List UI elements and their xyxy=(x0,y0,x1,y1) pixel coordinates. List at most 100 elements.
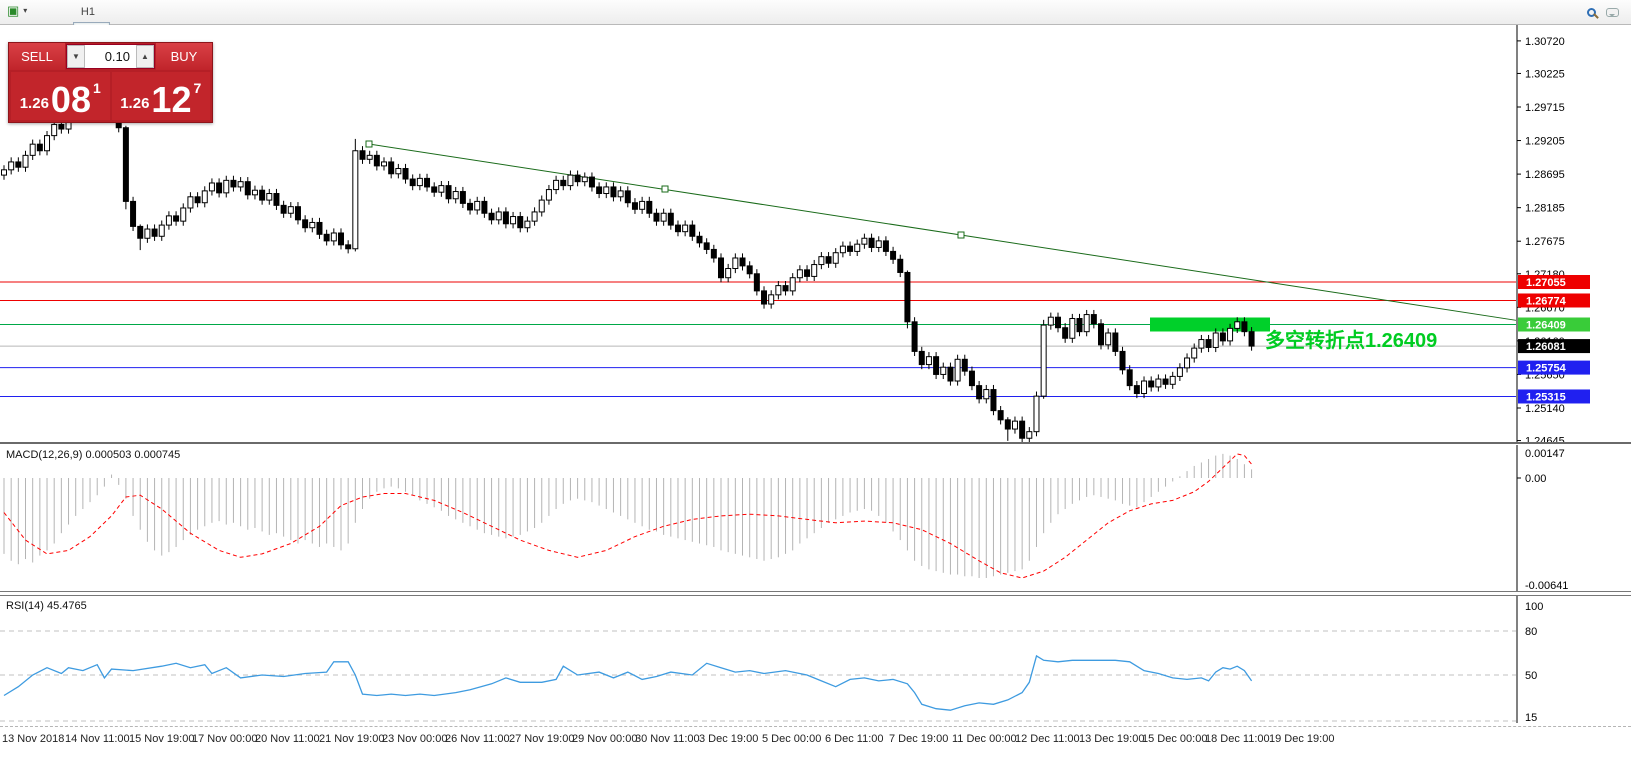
candle-body xyxy=(1048,317,1053,325)
candle-body xyxy=(374,155,379,166)
candle-body xyxy=(747,266,752,274)
support-line-1-axis-label-text: 1.25754 xyxy=(1526,363,1567,375)
candle-body xyxy=(59,124,64,129)
candle-body xyxy=(740,258,745,266)
price-axis-tick-label: 1.28185 xyxy=(1525,203,1565,215)
time-axis-label: 17 Nov 00:00 xyxy=(192,733,257,745)
macd-pane: 0.001470.00-0.00641MACD(12,26,9) 0.00050… xyxy=(0,445,1631,591)
rsi-pane: 100805015RSI(14) 45.4765 xyxy=(0,596,1631,723)
time-axis: 13 Nov 201814 Nov 11:0015 Nov 19:0017 No… xyxy=(0,723,1631,769)
candle-body xyxy=(769,295,774,304)
candle-body xyxy=(855,244,860,251)
candle-body xyxy=(1127,370,1132,386)
candle-body xyxy=(640,201,645,209)
macd-indicator-label: MACD(12,26,9) 0.000503 0.000745 xyxy=(6,449,180,461)
price-axis-tick-label: 1.29715 xyxy=(1525,102,1565,114)
candle-body xyxy=(797,270,802,278)
time-axis-label: 23 Nov 00:00 xyxy=(382,733,447,745)
candle-body xyxy=(704,243,709,250)
candle-body xyxy=(1099,324,1104,345)
dropdown-caret-icon[interactable]: ▾ xyxy=(23,6,27,15)
candle-body xyxy=(338,233,343,245)
candle-body xyxy=(1149,381,1154,387)
candle-body xyxy=(754,274,759,291)
candle-body xyxy=(675,225,680,232)
sell-price-tile[interactable]: 1.26 08 1 xyxy=(11,72,110,120)
new-chart-button[interactable]: ▣▾ xyxy=(2,0,71,21)
candle-body xyxy=(496,212,501,220)
candle-body xyxy=(905,272,910,321)
candle-body xyxy=(217,183,222,193)
candle-body xyxy=(45,136,50,151)
trendline-handle[interactable] xyxy=(662,186,668,192)
time-axis-label: 15 Dec 00:00 xyxy=(1142,733,1207,745)
time-axis-label: 13 Dec 19:00 xyxy=(1079,733,1144,745)
candle-body xyxy=(518,217,523,228)
candle-body xyxy=(382,162,387,166)
time-axis-label: 3 Dec 19:00 xyxy=(699,733,758,745)
candle-body xyxy=(812,265,817,277)
candle-body xyxy=(962,359,967,371)
candle-body xyxy=(668,213,673,225)
buy-button[interactable]: BUY xyxy=(156,43,212,70)
candle-body xyxy=(719,258,724,278)
candle-body xyxy=(654,213,659,221)
chart-background xyxy=(0,25,1631,443)
candle-body xyxy=(260,190,265,200)
time-axis-label: 29 Nov 00:00 xyxy=(572,733,637,745)
rsi-axis-label: 50 xyxy=(1525,670,1537,682)
candle-body xyxy=(425,178,430,187)
candle-body xyxy=(934,357,939,375)
candle-body xyxy=(984,390,989,399)
candle-body xyxy=(554,180,559,189)
candle-body xyxy=(711,249,716,258)
candle-body xyxy=(848,246,853,251)
candle-body xyxy=(561,180,566,185)
candle-body xyxy=(869,238,874,247)
candle-body xyxy=(833,253,838,264)
candle-body xyxy=(1192,348,1197,358)
search-icon[interactable] xyxy=(1587,8,1596,17)
trendline-handle[interactable] xyxy=(366,141,372,147)
candle-body xyxy=(991,390,996,411)
candle-body xyxy=(281,205,286,213)
volume-increase-button[interactable]: ▲ xyxy=(136,45,154,68)
chat-icon[interactable] xyxy=(1606,8,1619,17)
candle-body xyxy=(9,162,14,170)
rsi-axis-label: 100 xyxy=(1525,601,1543,613)
volume-input[interactable]: 0.10 xyxy=(85,45,136,68)
candle-body xyxy=(819,257,824,265)
time-axis-label: 27 Nov 19:00 xyxy=(509,733,574,745)
sell-button[interactable]: SELL xyxy=(9,43,65,70)
candle-body xyxy=(1055,317,1060,328)
candle-body xyxy=(145,229,150,238)
resistance-line-2-axis-label-text: 1.26774 xyxy=(1526,295,1567,307)
candle-body xyxy=(238,182,243,187)
time-axis-label: 5 Dec 00:00 xyxy=(762,733,821,745)
price-axis-tick-label: 1.28695 xyxy=(1525,169,1565,181)
candle-body xyxy=(389,162,394,174)
candle-body xyxy=(532,212,537,221)
candle-body xyxy=(1242,322,1247,332)
candle-body xyxy=(482,201,487,213)
candle-body xyxy=(1034,396,1039,432)
candle-body xyxy=(582,177,587,182)
time-axis-label: 12 Dec 11:00 xyxy=(1015,733,1080,745)
candle-body xyxy=(360,151,365,160)
sell-price-base: 1.26 xyxy=(20,95,49,112)
candle-body xyxy=(1235,322,1240,329)
candle-body xyxy=(324,234,329,241)
candle-body xyxy=(453,192,458,199)
buy-price-point: 7 xyxy=(193,74,201,96)
candle-body xyxy=(1041,325,1046,396)
candle-body xyxy=(396,169,401,174)
candle-body xyxy=(16,162,21,167)
timeframe-button-h1[interactable]: H1 xyxy=(73,2,110,22)
candle-body xyxy=(353,151,358,249)
volume-decrease-button[interactable]: ▼ xyxy=(67,45,85,68)
buy-price-tile[interactable]: 1.26 12 7 xyxy=(112,72,211,120)
candle-body xyxy=(1185,358,1190,368)
main-toolbar: 单◆●自动交易║▮∿⊕⊖▦⇥⇤▣▾◷▾▧▾➤┼│─╱✎E≣FAT⇅▾ M1M5M… xyxy=(0,0,1631,25)
candle-body xyxy=(460,192,465,204)
trendline-handle[interactable] xyxy=(958,232,964,238)
